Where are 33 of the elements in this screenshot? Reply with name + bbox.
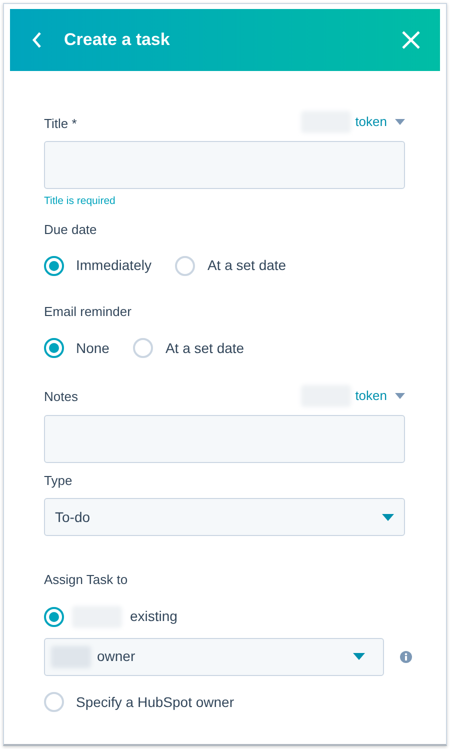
caret-icon[interactable] [353,653,365,660]
radio-label[interactable]: At a set date [207,255,286,276]
radio-label[interactable]: Specify a HubSpot owner [76,692,234,713]
field-label: Assign Task to [44,571,129,590]
back-icon[interactable] [32,32,42,48]
error-message: Title is required [44,194,116,209]
caret-icon [395,119,405,125]
token-dropdown[interactable]: token [355,386,405,406]
radio-button[interactable] [175,256,196,276]
caret-icon[interactable] [382,514,394,521]
field-label: Due date [44,220,98,239]
type-dropdown[interactable]: To-do [44,498,405,536]
owner-dropdown[interactable]: owner [44,638,384,676]
radio-label[interactable]: At a set date [165,338,244,359]
radio-label[interactable]: existing [130,606,178,628]
field-label: Email reminder [44,303,132,322]
radio-button[interactable] [44,692,64,712]
radio-label[interactable]: None [76,338,110,359]
close-icon[interactable] [402,31,420,49]
text-input-field[interactable] [44,414,405,463]
caret-icon [395,392,405,399]
radio-button[interactable] [44,606,64,627]
field-label: Notes [44,388,78,406]
field-label: Title * [44,114,77,132]
panel-title: Create a task [64,30,170,50]
text-input-field[interactable] [44,141,405,189]
radio-button[interactable] [44,338,64,358]
radio-button[interactable] [44,256,64,276]
field-label: Type [44,472,74,490]
info-icon[interactable] [400,650,412,663]
radio-button[interactable] [133,338,154,358]
token-dropdown[interactable]: token [355,112,405,132]
radio-label[interactable]: Immediately [76,255,152,276]
